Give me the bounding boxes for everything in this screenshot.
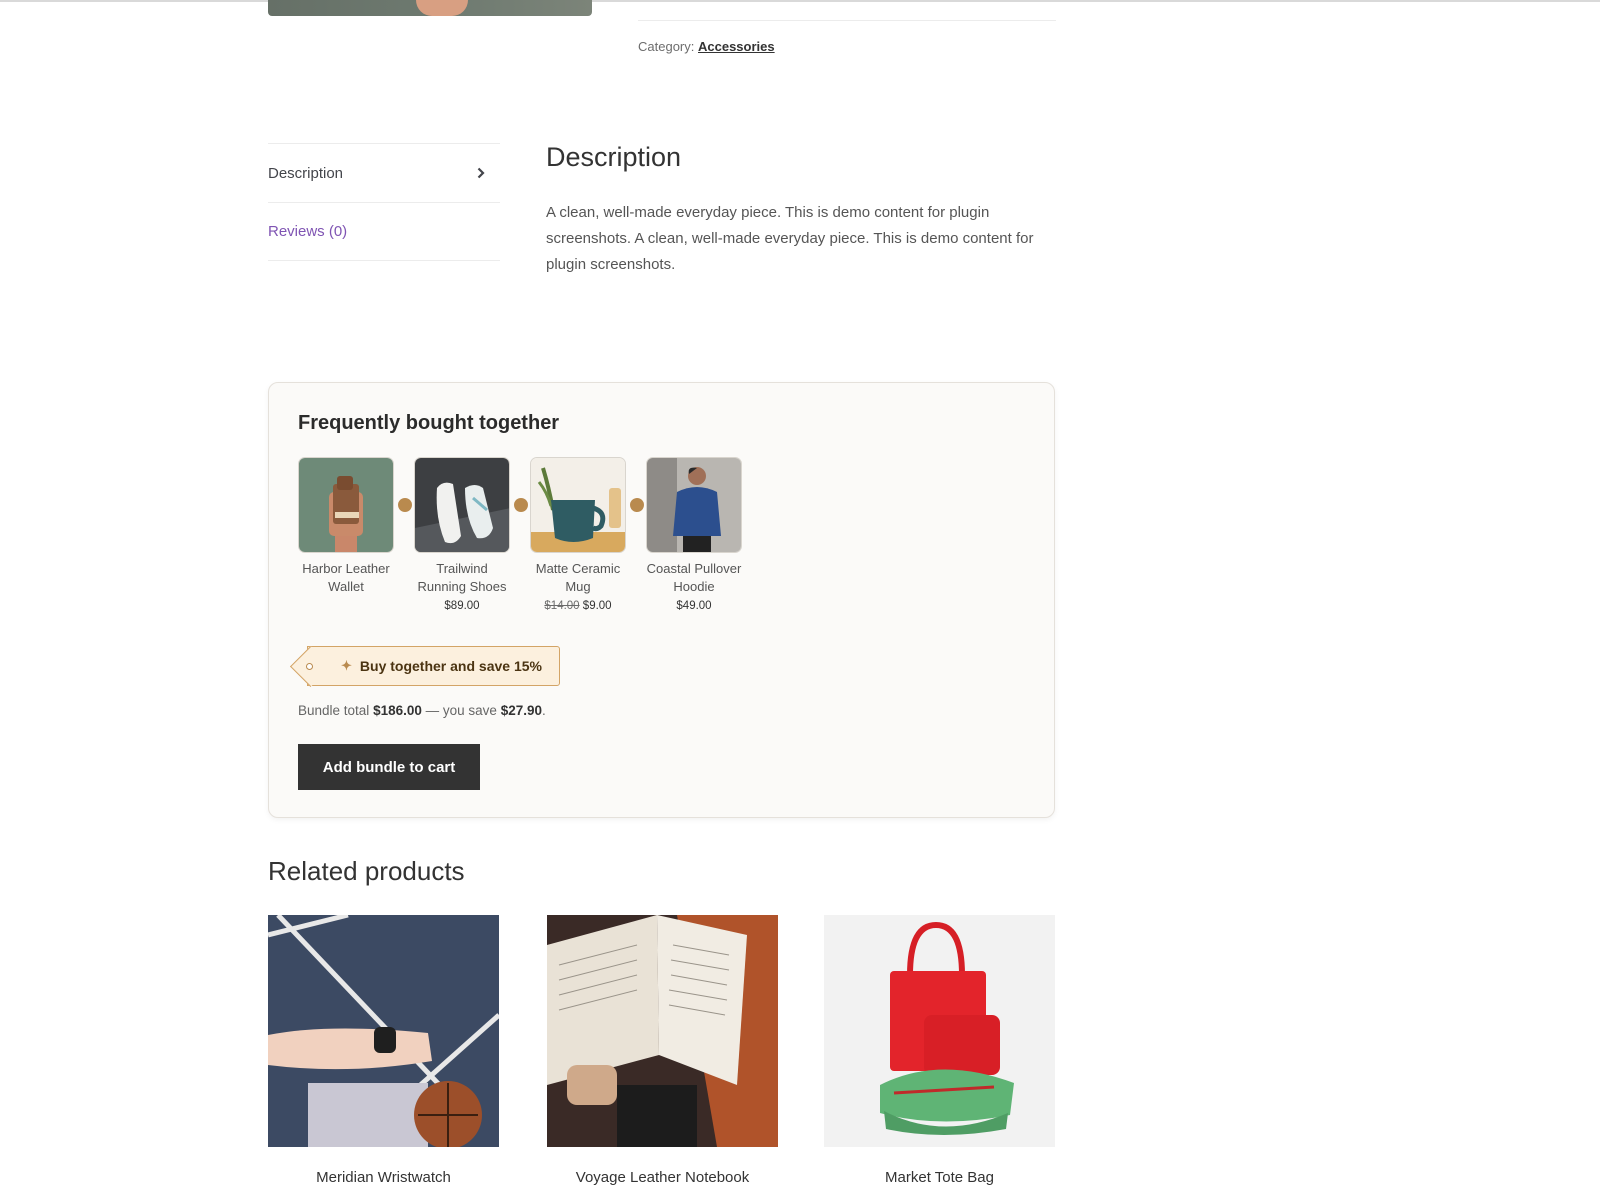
savings-badge: ✦ Buy together and save 15% (306, 646, 560, 686)
bundle-item[interactable]: Matte Ceramic Mug $14.00 $9.00 (530, 457, 626, 612)
bundle-title: Frequently bought together (298, 412, 560, 434)
item-old-price: $14.00 (544, 600, 580, 612)
item-name: Harbor Leather Wallet (302, 561, 390, 594)
related-product-card[interactable]: Voyage Leather Notebook (547, 915, 778, 1186)
related-product-name[interactable]: Voyage Leather Notebook (547, 1169, 778, 1186)
bundle-item[interactable]: Harbor Leather Wallet (298, 457, 394, 596)
description-text: A clean, well-made everyday piece. This … (546, 204, 1034, 273)
bundle-connector-dot (514, 498, 528, 512)
notebook-photo[interactable] (547, 915, 778, 1147)
product-tabs: Description Reviews (0) (268, 143, 500, 261)
shoes-photo[interactable] (414, 457, 510, 553)
item-sale-price: $9.00 (582, 600, 612, 612)
bundle-box: Frequently bought together Harbor Leathe… (268, 382, 1055, 818)
tab-label: Description (268, 164, 344, 182)
sparkle-icon: ✦ (341, 658, 352, 673)
bundle-total-value: $186.00 (373, 703, 422, 718)
bundle-total: Bundle total $186.00 — you save $27.90. (298, 703, 546, 718)
description-heading: Description (546, 142, 682, 172)
product-category: Category: Accessories (638, 39, 775, 54)
bundle-savings-value: $27.90 (500, 703, 543, 718)
tab-label: Reviews (0) (268, 223, 348, 240)
top-border (0, 0, 1600, 2)
tag-hole-icon (306, 663, 313, 670)
related-product-name[interactable]: Market Tote Bag (824, 1169, 1055, 1186)
bundle-connector-dot (398, 498, 412, 512)
category-link[interactable]: Accessories (698, 39, 775, 54)
product-gallery-image[interactable] (268, 0, 592, 16)
wallet-photo[interactable] (298, 457, 394, 553)
add-bundle-to-cart-button[interactable]: Add bundle to cart (298, 744, 480, 790)
tote-bag-photo[interactable] (824, 915, 1055, 1147)
bundle-connector-dot (630, 498, 644, 512)
hoodie-photo[interactable] (646, 457, 742, 553)
category-label: Category: (638, 39, 695, 54)
wristwatch-photo[interactable] (268, 915, 499, 1147)
chevron-right-icon (474, 166, 488, 180)
meta-divider (638, 20, 1056, 21)
item-name: Trailwind Running Shoes (417, 561, 507, 594)
related-product-card[interactable]: Meridian Wristwatch (268, 915, 499, 1186)
bundle-item[interactable]: Trailwind Running Shoes $89.00 (414, 457, 510, 612)
related-product-name[interactable]: Meridian Wristwatch (268, 1169, 499, 1186)
related-product-card[interactable]: Market Tote Bag (824, 915, 1055, 1186)
mug-photo[interactable] (530, 457, 626, 553)
tab-description[interactable]: Description (268, 143, 500, 202)
related-products-heading: Related products (268, 856, 465, 886)
bundle-item[interactable]: Coastal Pullover Hoodie $49.00 (646, 457, 742, 612)
item-price: $89.00 (444, 600, 480, 612)
item-price: $14.00 $9.00 (530, 600, 626, 612)
tab-reviews[interactable]: Reviews (0) (268, 202, 500, 261)
item-name: Coastal Pullover Hoodie (646, 561, 742, 594)
item-name: Matte Ceramic Mug (535, 561, 621, 594)
item-price: $49.00 (676, 600, 712, 612)
